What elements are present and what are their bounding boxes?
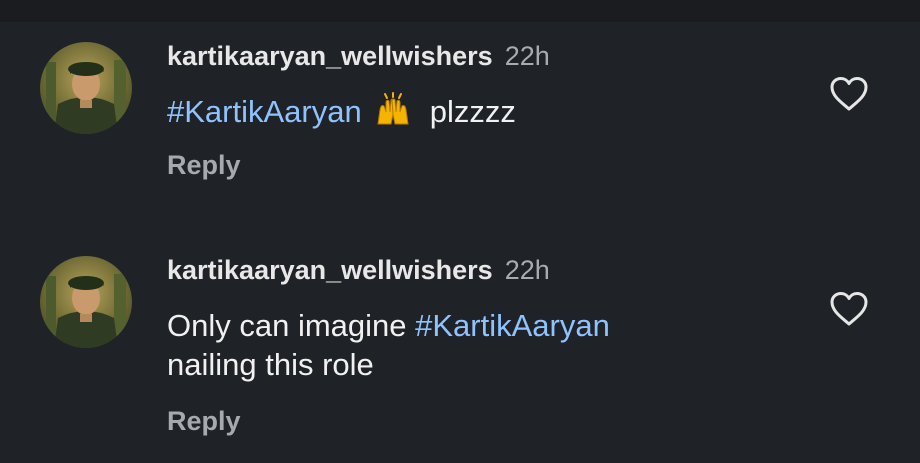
avatar[interactable] — [40, 256, 132, 348]
like-heart-icon[interactable] — [829, 291, 869, 327]
avatar-image — [40, 42, 132, 134]
timestamp: 22h — [504, 41, 550, 71]
username-link[interactable]: kartikaaryan_wellwishers — [167, 41, 493, 71]
comment-header: kartikaaryan_wellwishers 22h — [167, 41, 550, 72]
reply-button[interactable]: Reply — [167, 150, 241, 181]
username-link[interactable]: kartikaaryan_wellwishers — [167, 255, 493, 285]
raising-hands-icon — [374, 92, 412, 135]
comment-text-suffix: plzzzz — [429, 94, 516, 129]
comment-text: #KartikAaryan plzzzz — [167, 92, 516, 135]
comment-header: kartikaaryan_wellwishers 22h — [167, 255, 550, 286]
comment-text-prefix: Only can imagine — [167, 308, 416, 343]
timestamp: 22h — [504, 255, 550, 285]
reply-button[interactable]: Reply — [167, 406, 241, 437]
comment-line-2: nailing this role — [167, 347, 374, 382]
hashtag-link[interactable]: #KartikAaryan — [167, 94, 362, 129]
like-heart-icon[interactable] — [829, 76, 869, 112]
hashtag-link[interactable]: #KartikAaryan — [415, 308, 610, 343]
avatar[interactable] — [40, 42, 132, 134]
top-strip — [0, 0, 920, 22]
comment-line-1: Only can imagine #KartikAaryan — [167, 306, 610, 345]
comment-text: Only can imagine #KartikAaryan nailing t… — [167, 306, 610, 384]
avatar-image — [40, 256, 132, 348]
